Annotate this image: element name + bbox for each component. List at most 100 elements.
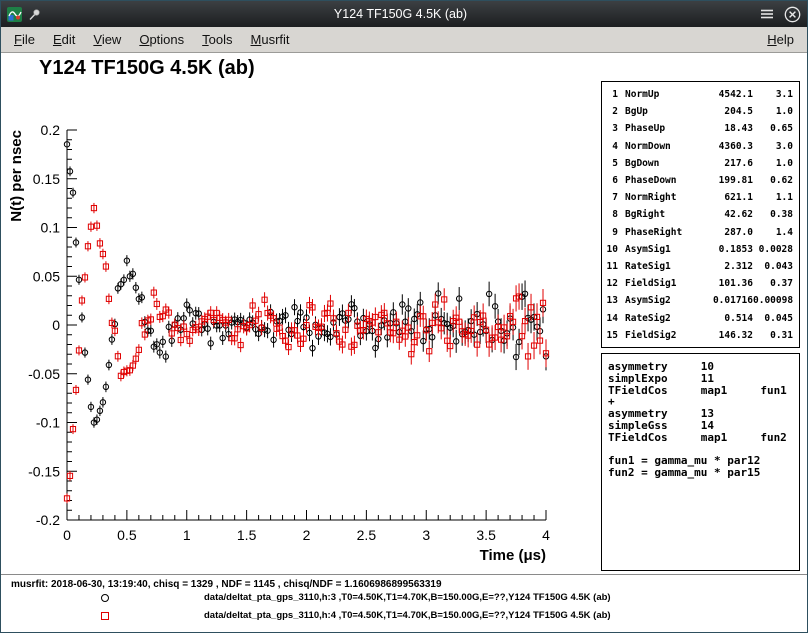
param-no: 10 bbox=[602, 244, 618, 255]
param-name: FieldSig2 bbox=[625, 330, 701, 341]
param-value: 146.32 bbox=[701, 330, 753, 341]
svg-text:2.5: 2.5 bbox=[357, 527, 377, 543]
param-error: 0.0028 bbox=[753, 244, 795, 255]
param-row: 10 AsymSig10.18530.0028 bbox=[602, 241, 799, 258]
svg-text:0: 0 bbox=[63, 527, 71, 543]
svg-text:0.15: 0.15 bbox=[33, 171, 60, 187]
chart-canvas[interactable]: -0.2-0.15-0.1-0.0500.050.10.150.200.511.… bbox=[1, 94, 566, 572]
param-name: FieldSig1 bbox=[625, 278, 701, 289]
legend-text: data/deltat_pta_gps_3110,h:4 ,T0=4.50K,T… bbox=[204, 610, 611, 621]
legend-text: data/deltat_pta_gps_3110,h:3 ,T0=4.50K,T… bbox=[204, 592, 611, 603]
menu-tools[interactable]: Tools bbox=[193, 28, 241, 51]
param-row: 1 NormUp4542.13.1 bbox=[602, 86, 799, 103]
param-error: 1.0 bbox=[753, 106, 795, 117]
main-content: Y124 TF150G 4.5K (ab) -0.2-0.15-0.1-0.05… bbox=[1, 54, 807, 632]
param-value: 0.01716 bbox=[701, 295, 753, 306]
param-no: 9 bbox=[602, 227, 618, 238]
param-row: 8BgRight42.620.38 bbox=[602, 206, 799, 223]
menu-view[interactable]: View bbox=[84, 28, 130, 51]
param-value: 18.43 bbox=[701, 123, 753, 134]
param-row: 13 AsymSig20.017160.00098 bbox=[602, 292, 799, 309]
param-error: 1.1 bbox=[753, 192, 795, 203]
param-name: NormUp bbox=[625, 89, 701, 100]
series-circle bbox=[64, 139, 548, 427]
close-icon[interactable] bbox=[784, 6, 801, 23]
menu-help[interactable]: Help bbox=[758, 28, 803, 51]
series-square bbox=[64, 203, 548, 503]
svg-text:0.2: 0.2 bbox=[41, 122, 61, 138]
param-row: 15 FieldSig2146.320.31 bbox=[602, 327, 799, 344]
param-no: 4 bbox=[602, 141, 618, 152]
svg-text:4: 4 bbox=[542, 527, 550, 543]
param-no: 12 bbox=[602, 278, 618, 289]
menu-musrfit[interactable]: Musrfit bbox=[242, 28, 299, 51]
theory-line: TFieldCos map1 fun2 bbox=[608, 432, 799, 444]
param-error: 0.31 bbox=[753, 330, 795, 341]
param-row: 14RateSig20.5140.045 bbox=[602, 309, 799, 326]
app-icon[interactable] bbox=[7, 7, 22, 22]
svg-text:-0.2: -0.2 bbox=[36, 512, 60, 528]
menu-file[interactable]: File bbox=[5, 28, 44, 51]
titlebar-left bbox=[7, 7, 41, 22]
param-value: 0.514 bbox=[701, 313, 753, 324]
param-no: 6 bbox=[602, 175, 618, 186]
param-name: PhaseUp bbox=[625, 123, 701, 134]
param-name: NormRight bbox=[625, 192, 701, 203]
param-name: BgRight bbox=[625, 209, 701, 220]
param-no: 3 bbox=[602, 123, 618, 134]
param-value: 0.1853 bbox=[701, 244, 753, 255]
theory-box: asymmetry 10simplExpo 11TFieldCos map1 f… bbox=[601, 353, 800, 571]
legend-row: data/deltat_pta_gps_3110,h:4 ,T0=4.50K,T… bbox=[1, 609, 807, 625]
svg-text:0.1: 0.1 bbox=[41, 220, 61, 236]
app-window: Y124 TF150G 4.5K (ab) File Edit View bbox=[0, 0, 808, 633]
param-no: 15 bbox=[602, 330, 618, 341]
param-name: AsymSig2 bbox=[625, 295, 701, 306]
param-name: BgUp bbox=[625, 106, 701, 117]
menu-edit[interactable]: Edit bbox=[44, 28, 84, 51]
param-no: 1 bbox=[602, 89, 618, 100]
param-error: 0.65 bbox=[753, 123, 795, 134]
param-name: PhaseRight bbox=[625, 227, 701, 238]
param-value: 2.312 bbox=[701, 261, 753, 272]
menu-options[interactable]: Options bbox=[130, 28, 193, 51]
window-menu-icon[interactable] bbox=[760, 8, 774, 20]
param-row: 5BgDown217.61.0 bbox=[602, 155, 799, 172]
param-name: NormDown bbox=[625, 141, 701, 152]
param-error: 0.043 bbox=[753, 261, 795, 272]
param-name: RateSig2 bbox=[625, 313, 701, 324]
theory-line: simpleGss 14 bbox=[608, 420, 799, 432]
theory-line: TFieldCos map1 fun1 bbox=[608, 385, 799, 397]
param-no: 2 bbox=[602, 106, 618, 117]
param-value: 4542.1 bbox=[701, 89, 753, 100]
svg-text:1.5: 1.5 bbox=[237, 527, 257, 543]
param-error: 3.0 bbox=[753, 141, 795, 152]
param-name: PhaseDown bbox=[625, 175, 701, 186]
plot-title: Y124 TF150G 4.5K (ab) bbox=[39, 57, 255, 80]
param-no: 5 bbox=[602, 158, 618, 169]
menubar: File Edit View Options Tools Musrfit Hel… bbox=[1, 27, 807, 53]
param-row: 6PhaseDown199.810.62 bbox=[602, 172, 799, 189]
param-value: 42.62 bbox=[701, 209, 753, 220]
svg-text:-0.05: -0.05 bbox=[28, 366, 60, 382]
param-value: 621.1 bbox=[701, 192, 753, 203]
param-name: AsymSig1 bbox=[625, 244, 701, 255]
svg-text:0.05: 0.05 bbox=[33, 268, 60, 284]
param-value: 199.81 bbox=[701, 175, 753, 186]
param-error: 0.00098 bbox=[753, 295, 795, 306]
pin-icon[interactable] bbox=[28, 8, 41, 21]
titlebar-right bbox=[760, 6, 801, 23]
param-value: 217.6 bbox=[701, 158, 753, 169]
svg-text:Time (μs): Time (μs) bbox=[480, 547, 546, 564]
titlebar[interactable]: Y124 TF150G 4.5K (ab) bbox=[1, 1, 807, 27]
param-no: 7 bbox=[602, 192, 618, 203]
param-no: 13 bbox=[602, 295, 618, 306]
svg-text:3: 3 bbox=[422, 527, 430, 543]
svg-text:0: 0 bbox=[52, 317, 60, 333]
svg-text:2: 2 bbox=[303, 527, 311, 543]
param-error: 3.1 bbox=[753, 89, 795, 100]
param-row: 2BgUp204.51.0 bbox=[602, 103, 799, 120]
param-row: 9PhaseRight287.01.4 bbox=[602, 224, 799, 241]
theory-line: simplExpo 11 bbox=[608, 373, 799, 385]
param-row: 11RateSig12.3120.043 bbox=[602, 258, 799, 275]
param-no: 14 bbox=[602, 313, 618, 324]
